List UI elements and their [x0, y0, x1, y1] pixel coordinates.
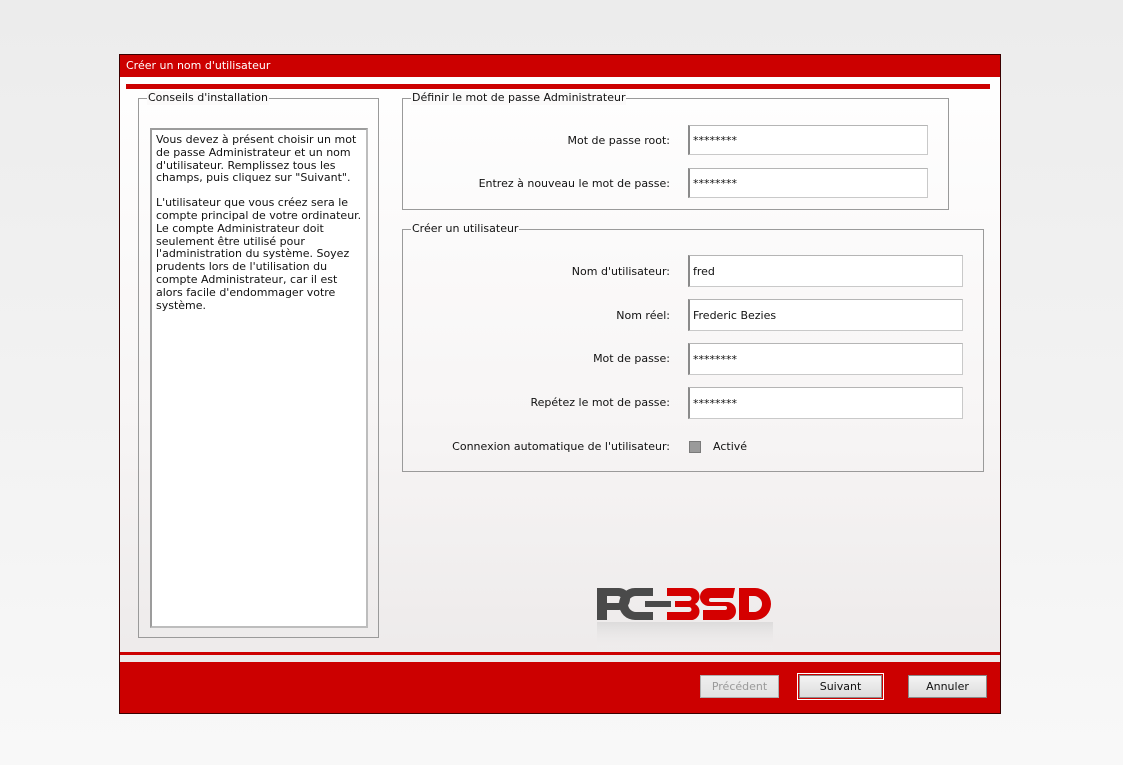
- tips-paragraph-1: Vous devez à présent choisir un mot de p…: [156, 133, 357, 185]
- installer-window: Créer un nom d'utilisateur Conseils d'in…: [119, 54, 1001, 714]
- window-title: Créer un nom d'utilisateur: [120, 55, 1000, 77]
- footer-divider: [120, 652, 1000, 655]
- confirm-root-password-field[interactable]: ********: [688, 168, 928, 198]
- tips-groupbox: Conseils d'installation Vous devez à pré…: [138, 91, 379, 638]
- next-button[interactable]: Suivant: [797, 673, 884, 700]
- confirm-root-password-label: Entrez à nouveau le mot de passe:: [478, 177, 670, 190]
- root-password-label: Mot de passe root:: [567, 134, 671, 147]
- realname-field[interactable]: Frederic Bezies: [688, 299, 963, 331]
- pcbsd-logo-graphic: [597, 588, 773, 652]
- repeat-password-label: Repétez le mot de passe:: [530, 396, 671, 409]
- autologin-label: Connexion automatique de l'utilisateur:: [452, 440, 670, 453]
- create-user-groupbox: Créer un utilisateur Nom d'utilisateur: …: [402, 222, 984, 472]
- username-field[interactable]: fred: [688, 255, 963, 287]
- header-divider: [126, 84, 990, 89]
- create-user-title: Créer un utilisateur: [411, 222, 520, 236]
- admin-password-groupbox: Définir le mot de passe Administrateur M…: [402, 91, 949, 210]
- admin-password-title: Définir le mot de passe Administrateur: [411, 91, 627, 105]
- pcbsd-logo: [595, 582, 775, 662]
- autologin-checkbox[interactable]: [689, 441, 701, 453]
- bottom-button-bar: Précédent Suivant Annuler: [120, 652, 1000, 713]
- realname-label: Nom réel:: [616, 309, 670, 322]
- password-label: Mot de passe:: [593, 352, 670, 365]
- tips-paragraph-2: L'utilisateur que vous créez sera le com…: [156, 196, 362, 312]
- cancel-button[interactable]: Annuler: [908, 675, 987, 698]
- password-field[interactable]: ********: [688, 343, 963, 375]
- previous-button[interactable]: Précédent: [700, 675, 779, 698]
- repeat-password-field[interactable]: ********: [688, 387, 963, 419]
- tips-text-area[interactable]: Vous devez à présent choisir un mot de p…: [150, 128, 368, 628]
- root-password-field[interactable]: ********: [688, 125, 928, 155]
- tips-title: Conseils d'installation: [147, 91, 269, 105]
- username-label: Nom d'utilisateur:: [571, 265, 670, 278]
- autologin-checkbox-label[interactable]: Activé: [713, 440, 747, 453]
